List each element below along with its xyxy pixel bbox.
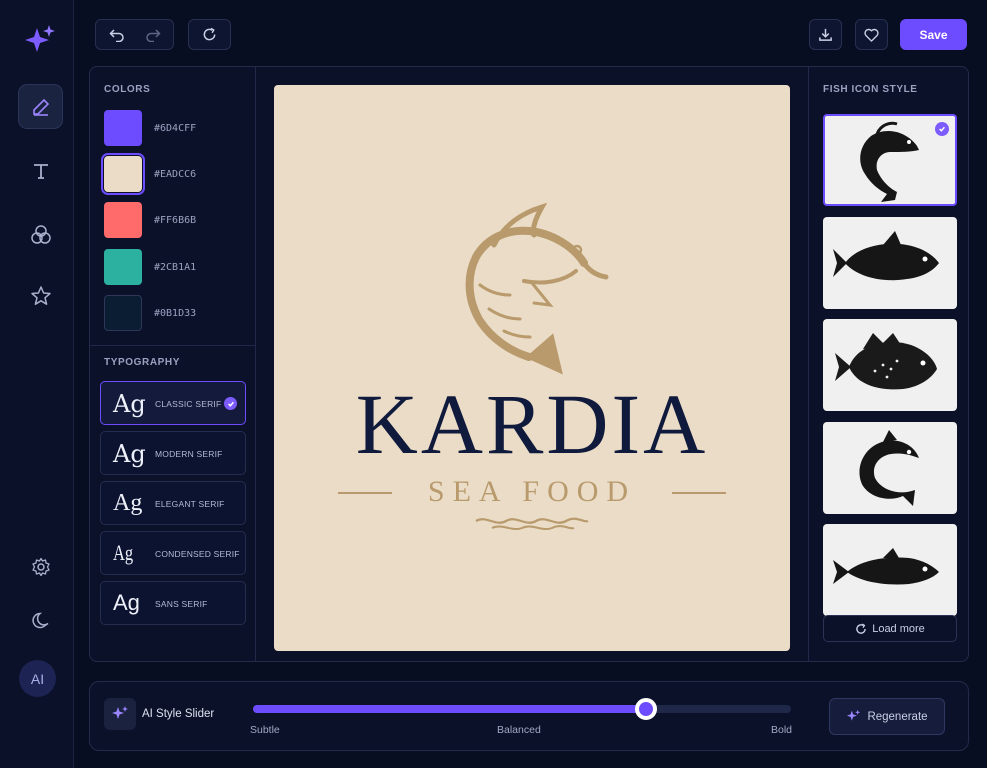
properties-panel: COLORS #6D4CFF #EADCC6 #FF6B6B #2CB1A1 #…: [90, 67, 256, 661]
color-hex-label: #6D4CFF: [154, 123, 197, 134]
regenerate-label: Regenerate: [867, 710, 928, 723]
color-hex-label: #EADCC6: [154, 169, 197, 180]
font-name: SANS SERIF: [155, 599, 208, 609]
settings-button[interactable]: [18, 544, 63, 589]
fish-style-option[interactable]: [823, 114, 957, 206]
font-sample: Ag: [113, 390, 146, 418]
font-sample: Ag: [113, 440, 146, 468]
brand-name: KARDIA: [355, 376, 709, 472]
fish-style-section-title: FISH ICON STYLE: [823, 84, 918, 95]
tool-rail: AI: [0, 0, 74, 768]
load-more-button[interactable]: Load more: [823, 615, 957, 642]
font-option-sans-serif[interactable]: Ag SANS SERIF: [100, 581, 246, 625]
edit-icon: [32, 98, 49, 116]
slider-tick-subtle: Subtle: [250, 724, 280, 736]
fish-style-option[interactable]: [823, 422, 957, 514]
regenerate-button[interactable]: Regenerate: [829, 698, 945, 735]
ai-sparkle-badge: [104, 698, 136, 730]
star-icon: [30, 285, 51, 305]
color-swatch[interactable]: [104, 110, 142, 146]
favorites-tool-button[interactable]: [18, 273, 63, 318]
check-icon: [935, 122, 949, 136]
refresh-button[interactable]: [188, 19, 231, 50]
logo-artboard[interactable]: KARDIA SEA FOOD: [274, 85, 790, 651]
heart-icon: [864, 28, 879, 42]
font-option-modern-serif[interactable]: Ag MODERN SERIF: [100, 431, 246, 475]
redo-icon: [145, 28, 161, 42]
color-hex-label: #2CB1A1: [154, 262, 197, 273]
slider-tick-balanced: Balanced: [497, 724, 541, 736]
redo-button[interactable]: [135, 28, 171, 42]
bream-fish-icon: [835, 333, 937, 390]
ai-style-slider[interactable]: [253, 698, 791, 720]
typography-section-title: TYPOGRAPHY: [104, 357, 181, 368]
shapes-tool-button[interactable]: [18, 212, 63, 257]
sparkle-icon: [847, 709, 861, 721]
check-icon: [224, 397, 237, 410]
color-swatch[interactable]: [101, 153, 145, 195]
slider-tick-bold: Bold: [771, 724, 793, 736]
fish-style-option[interactable]: [823, 319, 957, 411]
save-button[interactable]: Save: [900, 19, 967, 50]
font-name: CONDENSED SERIF: [155, 549, 240, 559]
font-name: CLASSIC SERIF: [155, 399, 222, 409]
favorite-button[interactable]: [855, 19, 888, 50]
font-option-condensed-serif[interactable]: Ag CONDENSED SERIF: [100, 531, 246, 575]
history-controls: [95, 19, 174, 50]
mackerel-fish-icon: [833, 548, 939, 585]
colors-section-title: COLORS: [104, 84, 151, 95]
text-icon: [33, 163, 48, 179]
download-button[interactable]: [809, 19, 842, 50]
gear-icon: [31, 557, 50, 576]
ai-style-bar: AI Style Slider Subtle Balanced Bold Reg…: [89, 681, 969, 751]
ai-slider-label: AI Style Slider: [142, 708, 215, 720]
sparkle-logo-icon: [25, 25, 55, 52]
fish-logo-icon: [465, 202, 609, 375]
wave-ornament-icon: [475, 517, 589, 530]
editor-main-panel: COLORS #6D4CFF #EADCC6 #FF6B6B #2CB1A1 #…: [89, 66, 969, 662]
font-sample: Ag: [113, 540, 134, 565]
design-canvas: KARDIA SEA FOOD: [256, 67, 808, 661]
tagline-rule-right: [672, 492, 726, 494]
color-hex-label: #FF6B6B: [154, 215, 197, 226]
refresh-icon: [856, 623, 867, 634]
font-sample: Ag: [113, 490, 143, 516]
download-icon: [819, 28, 832, 41]
shapes-icon: [30, 224, 51, 244]
tuna-fish-icon: [833, 231, 939, 281]
dark-mode-button[interactable]: [18, 598, 63, 643]
color-swatch[interactable]: [104, 202, 142, 238]
color-hex-label: #0B1D33: [154, 308, 197, 319]
color-swatch[interactable]: [104, 295, 142, 331]
moon-icon: [31, 612, 48, 628]
refresh-icon: [203, 27, 216, 41]
fish-style-panel: FISH ICON STYLE Load more: [808, 67, 968, 661]
font-option-classic-serif[interactable]: Ag CLASSIC SERIF: [100, 381, 246, 425]
slider-fill: [253, 705, 646, 713]
font-option-elegant-serif[interactable]: Ag ELEGANT SERIF: [100, 481, 246, 525]
undo-icon: [108, 28, 124, 42]
curled-fish-icon: [859, 430, 919, 506]
section-divider: [90, 345, 256, 346]
font-name: MODERN SERIF: [155, 449, 223, 459]
sparkle-icon: [112, 706, 128, 719]
fish-style-option[interactable]: [823, 217, 957, 309]
color-swatch[interactable]: [104, 249, 142, 285]
edit-tool-button[interactable]: [18, 84, 63, 129]
font-sample: Ag: [113, 590, 140, 615]
load-more-label: Load more: [872, 622, 925, 635]
undo-button[interactable]: [99, 28, 135, 42]
fish-style-option[interactable]: [823, 524, 957, 616]
font-name: ELEGANT SERIF: [155, 499, 225, 509]
text-tool-button[interactable]: [18, 148, 63, 193]
ai-assistant-button[interactable]: AI: [19, 660, 56, 697]
slider-thumb[interactable]: [634, 698, 657, 720]
